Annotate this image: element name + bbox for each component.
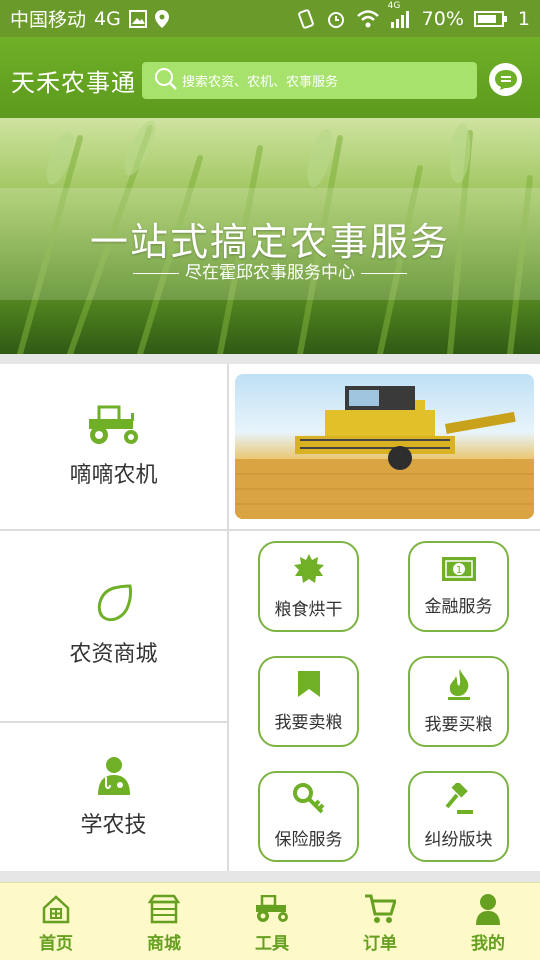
nav-item-mall[interactable]: 商城 [110, 883, 218, 960]
service-label: 金融服务 [424, 597, 493, 617]
service-label: 纠纷版块 [424, 830, 493, 850]
nav-item-profile[interactable]: 我的 [434, 883, 540, 960]
divider-line [361, 272, 407, 274]
doctor-icon [96, 755, 132, 799]
message-button[interactable] [489, 63, 522, 96]
service-finance-button[interactable]: 1 金融服务 [408, 541, 509, 632]
nav-label: 首页 [39, 934, 73, 954]
service-grain-drying-button[interactable]: 粮食烘干 [258, 541, 359, 632]
clock-partial: 1 [517, 7, 530, 30]
search-input[interactable]: 搜索农资、农机、农事服务 [142, 62, 477, 99]
chat-bubble-icon [494, 69, 517, 90]
battery-icon [473, 10, 508, 28]
location-icon [154, 9, 169, 28]
cart-icon [364, 893, 396, 925]
nav-label: 订单 [363, 934, 397, 954]
category-tile-agri-machinery[interactable]: 嘀嘀农机 [0, 364, 227, 529]
banner-subtitle-row: 尽在霍邱农事服务中心 [0, 258, 540, 283]
tractor-icon [252, 893, 292, 925]
app-screen: 中国移动 4G 4G 70% 1 天禾农事通 搜索农资、农机、农事服务 一站式搞… [0, 0, 540, 960]
carrier-name: 中国移动 [10, 9, 87, 31]
wifi-icon [356, 9, 380, 28]
nav-label: 工具 [255, 934, 289, 954]
bottom-navigation: 首页 商城 工具 订单 我的 [0, 882, 540, 960]
combine-harvester-image[interactable] [235, 374, 534, 519]
banknote-icon: 1 [441, 556, 477, 586]
key-icon [292, 783, 325, 819]
home-icon [41, 893, 71, 925]
divider-line [133, 272, 179, 274]
app-header: 天禾农事通 搜索农资、农机、农事服务 [0, 37, 540, 118]
service-label: 粮食烘干 [274, 600, 343, 620]
category-tile-learn-tech[interactable]: 学农技 [0, 723, 227, 871]
grid-divider [227, 364, 229, 871]
promo-banner[interactable]: 一站式搞定农事服务 尽在霍邱农事服务中心 [0, 118, 540, 354]
network-type: 4G [94, 7, 121, 30]
image-icon [128, 9, 147, 28]
search-placeholder: 搜索农资、农机、农事服务 [182, 75, 339, 90]
service-insurance-button[interactable]: 保险服务 [258, 771, 359, 862]
store-icon [148, 893, 180, 925]
signal-icon: 4G [388, 1, 412, 28]
user-icon [475, 893, 501, 925]
service-grid: 嘀嘀农机 农资商城 学农技 粮食烘干 1 金融服务 我要卖粮 我要买粮 保险服务… [0, 364, 540, 871]
search-icon [154, 67, 178, 95]
banner-subtitle: 尽在霍邱农事服务中心 [185, 263, 355, 283]
battery-percent: 70% [421, 7, 464, 30]
service-label: 我要卖粮 [274, 713, 343, 733]
fire-icon [446, 668, 472, 704]
category-tile-agri-mall[interactable]: 农资商城 [0, 531, 227, 721]
vibrate-icon [296, 8, 316, 29]
network-type-small: 4G [387, 0, 401, 11]
category-label: 学农技 [80, 813, 147, 838]
nav-item-orders[interactable]: 订单 [326, 883, 434, 960]
service-dispute-button[interactable]: 纠纷版块 [408, 771, 509, 862]
svg-text:1: 1 [455, 565, 461, 576]
tractor-icon [83, 405, 145, 449]
sun-burst-icon [293, 553, 325, 589]
service-buy-grain-button[interactable]: 我要买粮 [408, 656, 509, 747]
category-label: 农资商城 [69, 642, 158, 667]
nav-item-tools[interactable]: 工具 [218, 883, 326, 960]
status-bar: 中国移动 4G 4G 70% 1 [0, 0, 540, 37]
service-sell-grain-button[interactable]: 我要卖粮 [258, 656, 359, 747]
lemon-icon [94, 584, 134, 628]
category-label: 嘀嘀农机 [69, 462, 158, 488]
nav-label: 商城 [147, 934, 181, 954]
service-label: 我要买粮 [424, 715, 493, 735]
bookmark-icon [297, 670, 321, 702]
alarm-icon [326, 9, 346, 29]
gavel-icon [443, 781, 475, 819]
nav-item-home[interactable]: 首页 [2, 883, 110, 960]
service-label: 保险服务 [274, 830, 343, 850]
app-title: 天禾农事通 [11, 69, 136, 97]
nav-label: 我的 [471, 934, 505, 954]
harvester-illustration [235, 386, 534, 519]
